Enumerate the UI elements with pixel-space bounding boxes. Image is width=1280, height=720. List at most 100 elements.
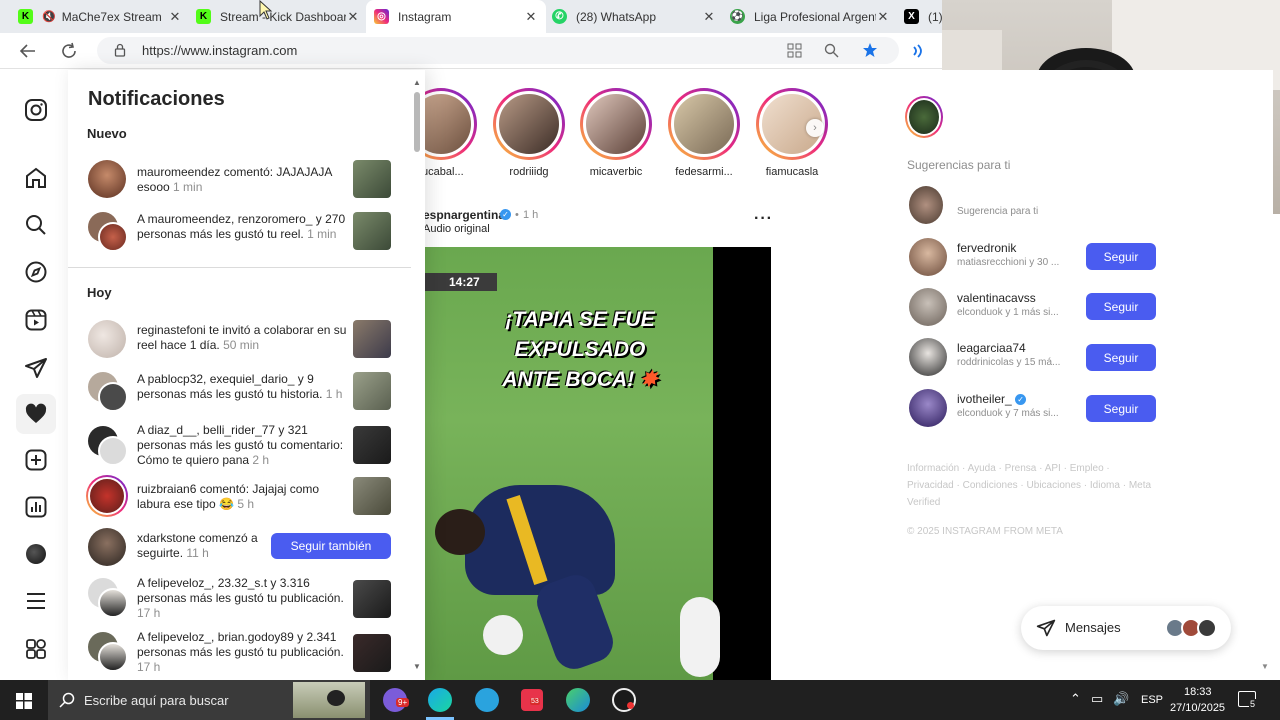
app-icon-red[interactable]: 53 <box>521 689 543 711</box>
suggestion-item[interactable]: valentinacavss elconduok y 1 más si... S… <box>909 286 1159 326</box>
post-author[interactable]: espnargentina <box>425 208 505 222</box>
notification-item[interactable]: mauromeendez comentó: JAJAJAJA esooo 1 m… <box>88 160 393 200</box>
avatar[interactable] <box>98 436 128 466</box>
footer-link[interactable]: API <box>1045 463 1061 474</box>
post-thumbnail[interactable] <box>353 372 391 410</box>
more-menu-icon[interactable] <box>24 589 48 613</box>
avatar[interactable] <box>98 588 128 618</box>
footer-link[interactable]: Prensa <box>1005 463 1037 474</box>
suggestion-username[interactable]: ivotheiler_ ✓ <box>957 392 1027 406</box>
tab-instagram[interactable]: ◎ Instagram ✕ <box>366 0 546 33</box>
avatar[interactable] <box>909 389 947 427</box>
also-from-meta-icon[interactable] <box>24 637 48 661</box>
footer-link[interactable]: Información <box>907 463 959 474</box>
messages-pill[interactable]: Mensajes <box>1021 606 1231 650</box>
scrollbar-thumb[interactable] <box>414 92 420 152</box>
tab-machex-stream[interactable]: K 🔇 MaChe7ex Stream ✕ <box>10 0 190 33</box>
notification-item[interactable]: A diaz_d__, belli_rider_77 y 321 persona… <box>88 423 393 474</box>
search-icon[interactable] <box>24 213 48 237</box>
read-aloud-icon[interactable] <box>911 43 927 59</box>
footer-link[interactable]: Privacidad <box>907 480 954 491</box>
zoom-icon[interactable] <box>824 43 839 58</box>
apps-icon[interactable] <box>787 43 802 58</box>
scroll-down-icon[interactable]: ▼ <box>413 662 421 671</box>
story-item[interactable]: micaverbic <box>580 88 652 178</box>
tab-whatsapp[interactable]: ✆ (28) WhatsApp ✕ <box>544 0 724 33</box>
avatar[interactable] <box>909 338 947 376</box>
lock-icon[interactable] <box>114 43 126 57</box>
avatar[interactable] <box>88 320 126 358</box>
avatar[interactable] <box>86 475 128 517</box>
explore-compass-icon[interactable] <box>24 260 48 284</box>
reels-icon[interactable] <box>24 308 48 332</box>
tab-kick-dashboard[interactable]: K Stream - Kick Dashboard ✕ <box>188 0 368 33</box>
story-item[interactable]: rodriiidg <box>493 88 565 178</box>
notification-item[interactable]: A felipeveloz_, brian.godoy89 y 2.341 pe… <box>88 630 393 680</box>
avatar[interactable] <box>88 528 126 566</box>
story-item[interactable]: fedesarmi... <box>668 88 740 178</box>
avatar[interactable] <box>98 642 128 672</box>
edge-profile-icon[interactable] <box>566 688 590 712</box>
notifications-heart-icon[interactable] <box>24 402 48 426</box>
post-thumbnail[interactable] <box>353 580 391 618</box>
post-thumbnail[interactable] <box>353 212 391 250</box>
notification-item[interactable]: reginastefoni te invitó a colaborar en s… <box>88 320 393 360</box>
footer-link[interactable]: Ayuda <box>968 463 996 474</box>
avatar[interactable] <box>909 238 947 276</box>
scroll-up-icon[interactable]: ▲ <box>413 78 421 87</box>
current-user-avatar[interactable] <box>905 96 943 138</box>
notification-item[interactable]: A pablocp32, exequiel_dario_ y 9 persona… <box>88 372 393 412</box>
windows-start-icon[interactable] <box>16 693 32 709</box>
scroll-down-icon[interactable]: ▼ <box>1261 662 1269 671</box>
suggestion-username[interactable]: leagarciaa74 <box>957 341 1026 355</box>
home-icon[interactable] <box>24 166 48 190</box>
scrollbar[interactable]: ▲ ▼ <box>413 78 421 672</box>
suggestion-item[interactable]: fervedronik matiasrecchioni y 30 ... Seg… <box>909 236 1159 276</box>
post-thumbnail[interactable] <box>353 477 391 515</box>
suggestion-username[interactable]: valentinacavss <box>957 291 1036 305</box>
footer-link[interactable]: Condiciones <box>963 480 1018 491</box>
footer-link[interactable]: Empleo <box>1070 463 1104 474</box>
telegram-icon[interactable] <box>475 688 499 712</box>
obs-icon[interactable] <box>612 688 636 712</box>
close-icon[interactable]: ✕ <box>168 9 182 25</box>
close-icon[interactable]: ✕ <box>876 9 890 25</box>
post-thumbnail[interactable] <box>353 320 391 358</box>
avatar[interactable] <box>98 222 128 252</box>
post-video[interactable]: 14:27 ¡TAPIA SE FUE EXPULSADO ANTE BOCA!… <box>425 247 771 680</box>
post-thumbnail[interactable] <box>353 160 391 198</box>
follow-back-button[interactable]: Seguir también <box>271 533 391 559</box>
avatar[interactable] <box>88 160 126 198</box>
volume-icon[interactable]: 🔊 <box>1113 691 1129 707</box>
avatar[interactable] <box>98 382 128 412</box>
dashboard-chart-icon[interactable] <box>24 495 48 519</box>
language-indicator[interactable]: ESP <box>1141 694 1163 706</box>
footer-link[interactable]: Idioma <box>1090 480 1120 491</box>
suggestion-item[interactable]: leagarciaa74 roddrinicolas y 15 má... Se… <box>909 336 1159 376</box>
avatar[interactable] <box>909 186 943 224</box>
close-icon[interactable]: ✕ <box>524 9 538 25</box>
notification-item[interactable]: xdarkstone comenzó a seguirte. 11 h Segu… <box>88 528 393 568</box>
follow-button[interactable]: Seguir <box>1086 395 1156 422</box>
favorite-star-icon[interactable] <box>862 42 878 58</box>
notification-center-icon[interactable]: 5 <box>1238 691 1257 709</box>
follow-button[interactable]: Seguir <box>1086 344 1156 371</box>
mute-icon[interactable]: 🔇 <box>42 10 56 23</box>
network-icon[interactable]: ▭ <box>1091 691 1103 707</box>
clock-date[interactable]: 27/10/2025 <box>1170 702 1225 714</box>
edge-browser-icon[interactable] <box>428 688 452 712</box>
notification-item[interactable]: ruizbraian6 comentó: Jajajaj como labura… <box>86 475 393 517</box>
app-icon-discord[interactable]: 9+ <box>383 688 410 712</box>
notification-item[interactable]: A felipeveloz_, 23.32_s.t y 3.316 person… <box>88 576 393 626</box>
post-thumbnail[interactable] <box>353 634 391 672</box>
chevron-up-icon[interactable]: ⌃ <box>1070 691 1081 707</box>
tab-x[interactable]: X (1) <box>896 0 942 33</box>
taskbar-search[interactable]: Escribe aquí para buscar <box>48 680 370 720</box>
post-audio[interactable]: Audio original <box>425 223 490 235</box>
footer-link[interactable]: Ubicaciones <box>1027 480 1081 491</box>
instagram-logo-icon[interactable] <box>24 98 48 122</box>
avatar[interactable] <box>909 288 947 326</box>
close-icon[interactable]: ✕ <box>702 9 716 25</box>
follow-button[interactable]: Seguir <box>1086 243 1156 270</box>
post-thumbnail[interactable] <box>353 426 391 464</box>
